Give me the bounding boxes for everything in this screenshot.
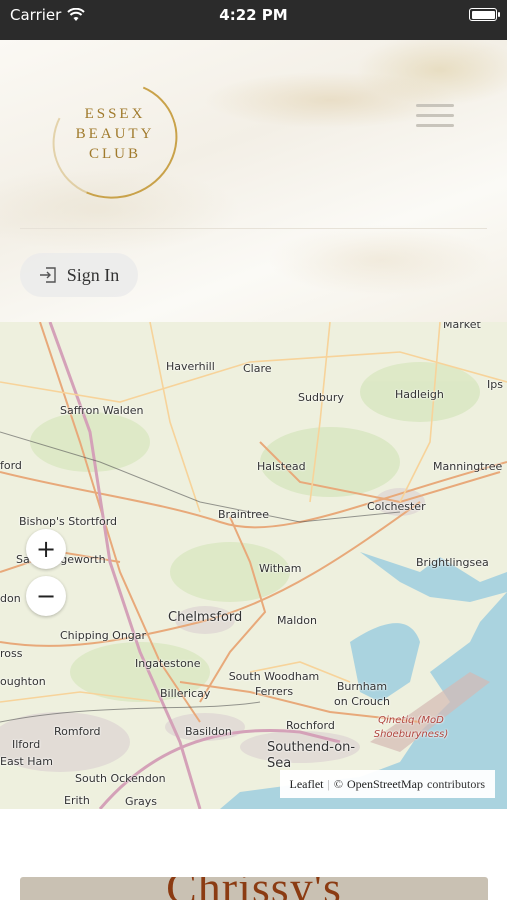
map[interactable]: Market Ips Haverhill Clare Sudbury Hadle… xyxy=(0,322,507,809)
place-label: Ips xyxy=(487,378,503,391)
status-bar: Carrier 4:22 PM xyxy=(0,0,507,40)
place-label: Colchester xyxy=(367,500,426,513)
place-label: Chipping Ongar xyxy=(60,629,147,642)
attribution-suffix: contributors xyxy=(427,776,485,791)
logo-line-3: CLUB xyxy=(88,146,141,162)
place-label: Saffron Walden xyxy=(60,404,144,417)
place-label: Romford xyxy=(54,725,101,738)
battery-icon xyxy=(469,8,500,21)
brand-logo[interactable]: ESSEX BEAUTY CLUB xyxy=(52,104,178,164)
place-label: Witham xyxy=(259,562,302,575)
business-title: Chrissy's xyxy=(20,877,488,900)
place-label: Basildon xyxy=(185,725,232,738)
place-label: Braintree xyxy=(218,508,269,521)
place-label: Halstead xyxy=(257,460,306,473)
hamburger-menu-icon[interactable] xyxy=(416,104,454,130)
logo-line-2: BEAUTY xyxy=(75,126,155,142)
place-label: Sudbury xyxy=(298,391,344,404)
place-label: Rochford xyxy=(286,719,335,732)
place-label: Manningtree xyxy=(433,460,503,473)
sign-in-label: Sign In xyxy=(66,264,120,285)
copyright-symbol: © xyxy=(333,776,344,791)
place-label: Qinetiq (MoD Shoeburyness) xyxy=(373,715,449,740)
place-label: don xyxy=(0,592,21,605)
osm-link[interactable]: OpenStreetMap xyxy=(347,777,423,792)
business-card[interactable]: Chrissy's xyxy=(20,877,488,900)
place-label: East Ham xyxy=(0,755,53,768)
map-attribution: Leaflet | © OpenStreetMap contributors xyxy=(279,770,495,798)
clock: 4:22 PM xyxy=(219,6,288,24)
place-label: Haverhill xyxy=(166,360,215,373)
place-label: Hadleigh xyxy=(395,388,444,401)
sign-in-button[interactable]: Sign In xyxy=(20,253,138,297)
place-label: oughton xyxy=(0,675,46,688)
place-label: ross xyxy=(0,647,23,660)
place-label: ford xyxy=(0,459,22,472)
place-label: Clare xyxy=(243,362,272,375)
place-label: Maldon xyxy=(277,614,317,627)
place-label: Bishop's Stortford xyxy=(19,515,118,528)
site-header: ESSEX BEAUTY CLUB Sign In xyxy=(0,40,507,322)
place-label: Erith xyxy=(64,794,90,807)
sign-in-icon xyxy=(39,267,56,283)
header-divider xyxy=(20,228,487,229)
attribution-separator: | xyxy=(327,776,330,791)
leaflet-link[interactable]: Leaflet xyxy=(290,777,324,792)
place-label: Brightlingsea xyxy=(416,556,489,569)
place-label: South Woodham Ferrers xyxy=(228,670,320,698)
zoom-in-button[interactable]: + xyxy=(26,529,66,569)
zoom-out-button[interactable]: − xyxy=(26,576,66,616)
place-label: Southend-on-Sea xyxy=(267,740,356,771)
place-label: Burnham on Crouch xyxy=(334,680,390,708)
place-label: Chelmsford xyxy=(168,610,243,625)
place-label: Ilford xyxy=(12,738,41,751)
place-label: Grays xyxy=(125,795,158,808)
place-label: South Ockendon xyxy=(75,772,166,785)
place-label: Billericay xyxy=(160,687,211,700)
logo-line-1: ESSEX xyxy=(84,106,146,122)
place-label: Market xyxy=(443,322,481,331)
place-label: Ingatestone xyxy=(135,657,201,670)
